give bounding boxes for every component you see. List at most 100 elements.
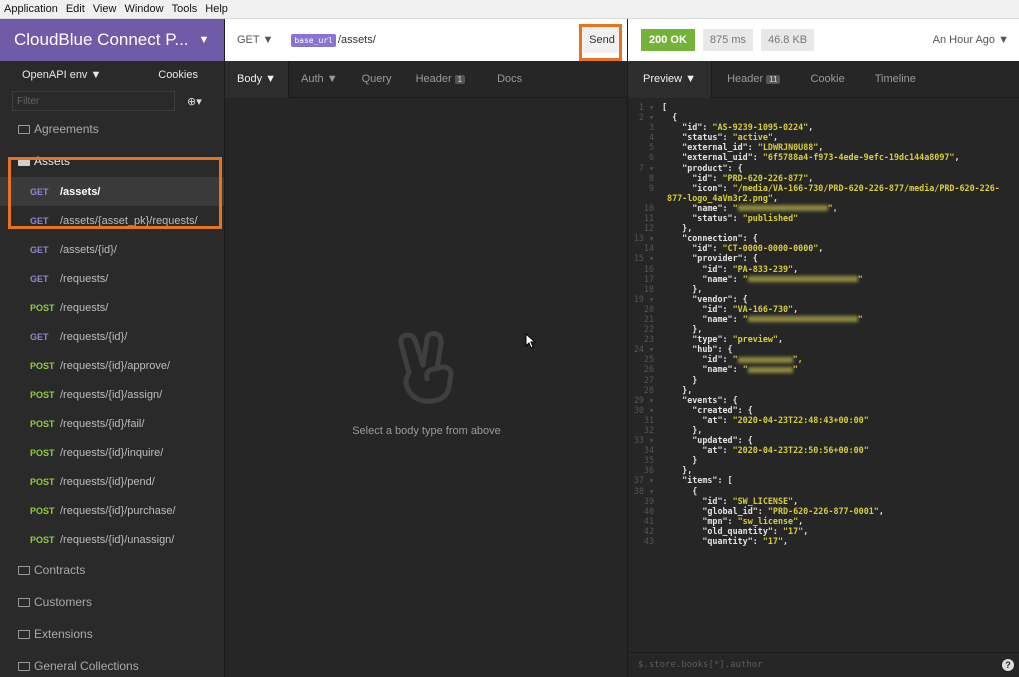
json-key: "external_uid":: [662, 152, 763, 163]
folder-assets[interactable]: Assets: [0, 145, 224, 177]
line-text: "id": "PRD-620-226-877",: [662, 173, 813, 183]
request-path: /requests/{id}/pend/: [60, 475, 155, 488]
json-punct: "hub": {: [662, 344, 733, 355]
folder-extensions[interactable]: Extensions: [0, 618, 224, 650]
tab-auth[interactable]: Auth ▼: [289, 61, 350, 98]
method-badge: POST: [30, 389, 55, 400]
request-item[interactable]: GET/assets/{asset_pk}/requests/: [0, 206, 224, 235]
line-number: 26: [643, 364, 654, 375]
request-tree: Agreements Assets GET/assets/GET/assets/{a…: [0, 113, 224, 677]
request-item[interactable]: POST/requests/{id}/inquire/: [0, 438, 224, 467]
tab-response-timeline[interactable]: Timeline: [860, 61, 931, 98]
response-body[interactable]: 1 ▾[2 ▾ {3 "id": "AS-9239-1095-0224", 4 "…: [628, 99, 1019, 649]
env-variable-tag[interactable]: base_url: [291, 33, 336, 47]
line-number: 21: [643, 313, 654, 324]
request-item[interactable]: GET/requests/{id}/: [0, 322, 224, 351]
code-line: 22 },: [628, 324, 1019, 334]
method-badge: GET: [30, 215, 49, 226]
line-number: 15 ▾: [633, 253, 654, 264]
tab-response-header[interactable]: Header 11: [712, 61, 795, 98]
workspace-dropdown[interactable]: CloudBlue Connect P... ▼: [0, 19, 224, 61]
workspace-name: CloudBlue Connect P...: [14, 30, 189, 49]
history-dropdown[interactable]: An Hour Ago ▼: [933, 34, 1009, 46]
json-string: "SW_LICENSE": [732, 495, 794, 506]
request-item[interactable]: GET/assets/: [0, 177, 224, 206]
code-line: 24 ▾ "hub": {: [628, 344, 1019, 354]
url-path[interactable]: /assets/: [338, 34, 376, 46]
code-line: 29 ▾ "events": {: [628, 395, 1019, 405]
request-item[interactable]: POST/requests/{id}/assign/: [0, 380, 224, 409]
cookies-button[interactable]: Cookies: [158, 69, 198, 81]
line-number: 17: [643, 273, 654, 284]
menu-window[interactable]: Window: [124, 3, 163, 15]
menu-view[interactable]: View: [93, 3, 117, 15]
tab-header[interactable]: Header 1: [404, 61, 478, 98]
json-punct: },: [662, 223, 693, 234]
method-dropdown[interactable]: GET ▼: [237, 34, 273, 46]
folder-agreements[interactable]: Agreements: [0, 113, 224, 145]
code-line: 3 "id": "AS-9239-1095-0224",: [628, 122, 1019, 132]
folder-contracts[interactable]: Contracts: [0, 554, 224, 586]
json-key: "id":: [662, 243, 723, 254]
code-line: 27 }: [628, 375, 1019, 385]
line-text: "name": " ",: [662, 202, 838, 213]
tab-response-preview[interactable]: Preview ▼: [628, 60, 713, 98]
line-number: 5: [648, 142, 654, 153]
line-text: {: [662, 112, 677, 122]
line-number: 30 ▾: [633, 404, 654, 415]
line-number: 38 ▾: [633, 485, 654, 496]
request-item[interactable]: POST/requests/{id}/pend/: [0, 467, 224, 496]
menu-application[interactable]: Application: [4, 3, 58, 15]
tab-query[interactable]: Query: [350, 61, 404, 98]
request-item[interactable]: POST/requests/{id}/unassign/: [0, 525, 224, 554]
json-punct: ,: [954, 152, 960, 163]
tab-label: Body ▼: [237, 73, 277, 85]
menu-help[interactable]: Help: [205, 3, 228, 15]
tab-response-cookie[interactable]: Cookie: [795, 61, 859, 98]
line-text: "items": [: [662, 475, 732, 485]
line-number: 23: [643, 334, 654, 345]
json-punct: ",: [827, 202, 838, 213]
json-punct: ,: [818, 243, 824, 254]
folder-label: General Collections: [34, 659, 139, 673]
code-line: 12 },: [628, 223, 1019, 233]
menu-tools[interactable]: Tools: [172, 3, 198, 15]
folder-icon: [18, 661, 30, 671]
line-text: "id": "AS-9239-1095-0224",: [662, 122, 813, 132]
method-badge: GET: [30, 244, 49, 255]
request-item[interactable]: GET/assets/{id}/: [0, 235, 224, 264]
filter-row: ⊕▾: [0, 89, 224, 113]
request-item[interactable]: POST/requests/{id}/approve/: [0, 351, 224, 380]
json-string: "VA-166-730": [732, 303, 794, 314]
code-line: 35 }: [628, 455, 1019, 465]
request-item[interactable]: POST/requests/{id}/fail/: [0, 409, 224, 438]
line-text: }: [662, 375, 697, 385]
environment-dropdown[interactable]: OpenAPI env ▼: [22, 69, 101, 81]
tab-label: Query: [361, 73, 392, 85]
json-string: 877-logo_4aVm3r2.png": [667, 192, 773, 203]
send-button[interactable]: Send: [583, 27, 621, 53]
menu-edit[interactable]: Edit: [66, 3, 85, 15]
help-icon[interactable]: ?: [1002, 659, 1014, 671]
json-key: "name":: [662, 313, 743, 324]
request-item[interactable]: POST/requests/{id}/purchase/: [0, 496, 224, 525]
method-badge: POST: [30, 476, 55, 487]
json-punct: {: [662, 112, 678, 123]
plus-circle-icon[interactable]: ⊕▾: [187, 95, 202, 108]
filter-input[interactable]: [12, 91, 175, 111]
request-pane: GET ▼ base_url /assets/ Send Body ▼ Auth …: [224, 19, 627, 677]
request-path: /requests/{id}/assign/: [60, 388, 163, 401]
response-filter-bar[interactable]: $.store.books[*].author ?: [628, 652, 1019, 677]
response-filter-input[interactable]: $.store.books[*].author: [638, 660, 763, 670]
tab-body[interactable]: Body ▼: [225, 60, 290, 98]
request-item[interactable]: GET/requests/: [0, 264, 224, 293]
line-text: "id": "PA-833-239",: [662, 264, 798, 274]
json-string: "2020-04-23T22:50:56+00:00": [732, 445, 869, 456]
line-number: 24 ▾: [633, 344, 654, 355]
folder-customers[interactable]: Customers: [0, 586, 224, 618]
request-item[interactable]: POST/requests/: [0, 293, 224, 322]
line-text: "provider": {: [662, 253, 758, 263]
folder-general-collections[interactable]: General Collections: [0, 650, 224, 677]
json-key: "status":: [662, 213, 743, 224]
tab-docs[interactable]: Docs: [485, 61, 534, 98]
